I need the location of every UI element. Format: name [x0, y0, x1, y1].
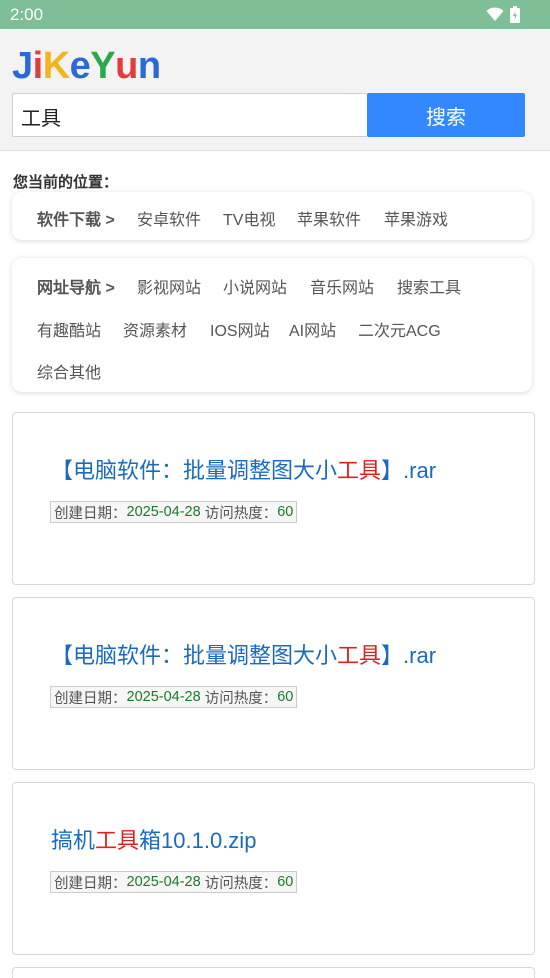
nav-link-other[interactable]: 综合其他 [37, 359, 101, 383]
nav-link-apple-games[interactable]: 苹果游戏 [384, 206, 448, 230]
logo-letter: u [115, 45, 138, 87]
nav-link-search-tools[interactable]: 搜索工具 [397, 274, 461, 298]
date-label: 创建日期： [54, 690, 127, 707]
date-label: 创建日期： [54, 505, 127, 522]
result-title-highlight: 工具 [337, 458, 382, 483]
location-label: 您当前的位置： [13, 174, 119, 191]
date-value: 2025-04-28 [126, 504, 201, 520]
heat-label: 访问热度： [204, 505, 278, 522]
software-nav-card: 软件下载 > 安卓软件 TV电视 苹果软件 苹果游戏 [12, 192, 532, 240]
nav-link-apple-software[interactable]: 苹果软件 [297, 206, 361, 230]
heat-value: 60 [277, 689, 294, 705]
date-value: 2025-04-28 [126, 874, 201, 890]
status-icons [486, 6, 520, 23]
nav-link-tv[interactable]: TV电视 [223, 206, 275, 230]
battery-icon [510, 6, 520, 23]
result-title-link[interactable]: 搞机工具箱10.1.0.zip [51, 823, 256, 855]
result-title-text: 【电脑软件：批量调整图大小 [51, 643, 338, 668]
date-label: 创建日期： [54, 875, 127, 892]
nav-link-ios[interactable]: IOS网站 [210, 317, 270, 341]
result-card[interactable]: 【电脑软件：批量调整图大小工具】.rar 创建日期： 2025-04-28 访问热… [12, 597, 535, 770]
heat-value: 60 [277, 874, 294, 890]
heat-label: 访问热度： [204, 875, 278, 892]
nav-link-ai[interactable]: AI网站 [289, 317, 336, 341]
nav-link-acg[interactable]: 二次元ACG [358, 317, 441, 341]
logo-letter: Y [90, 45, 116, 87]
nav-link-novel[interactable]: 小说网站 [223, 274, 287, 298]
result-title-link[interactable]: 【电脑软件：批量调整图大小工具】.rar [51, 638, 436, 670]
result-title-highlight: 工具 [337, 643, 382, 668]
logo-letter: n [137, 45, 161, 87]
result-title-link[interactable]: 【电脑软件：批量调整图大小工具】.rar [51, 453, 436, 485]
result-card[interactable]: 【电脑软件：批量调整图大小工具】.rar 创建日期： 2025-04-28 访问热… [12, 412, 535, 585]
logo-letter: i [32, 45, 44, 87]
nav-link-video[interactable]: 影视网站 [137, 274, 201, 298]
logo-letter: e [69, 45, 91, 87]
logo-letter: K [42, 45, 70, 87]
nav-link-android[interactable]: 安卓软件 [137, 206, 201, 230]
site-nav-card: 网址导航 > 影视网站 小说网站 音乐网站 搜索工具 有趣酷站 资源素材 IOS… [12, 258, 532, 392]
nav-link-music[interactable]: 音乐网站 [310, 274, 374, 298]
result-meta: 创建日期： 2025-04-28 访问热度： 60 [50, 686, 298, 708]
result-meta: 创建日期： 2025-04-28 访问热度： 60 [50, 501, 298, 523]
result-title-text: 搞机 [51, 828, 96, 853]
site-logo[interactable]: JiKeYun [12, 45, 161, 88]
heat-label: 访问热度： [204, 690, 278, 707]
result-meta: 创建日期： 2025-04-28 访问热度： 60 [50, 871, 298, 893]
result-card[interactable] [12, 967, 535, 978]
result-title-highlight: 工具 [95, 828, 140, 853]
date-value: 2025-04-28 [126, 689, 201, 705]
result-card[interactable]: 搞机工具箱10.1.0.zip 创建日期： 2025-04-28 访问热度： 60 [12, 782, 535, 955]
heat-value: 60 [277, 504, 294, 520]
result-title-text: 箱10.1.0.zip [139, 828, 257, 853]
result-title-text: 【电脑软件：批量调整图大小 [51, 458, 338, 483]
header: JiKeYun 工具 搜索 [0, 29, 550, 151]
nav-link-cool-sites[interactable]: 有趣酷站 [37, 317, 101, 341]
result-title-text: 】.rar [381, 458, 437, 483]
status-time: 2:00 [10, 5, 44, 24]
status-bar: 2:00 [0, 0, 550, 29]
search-input[interactable]: 工具 [12, 93, 368, 137]
search-button[interactable]: 搜索 [367, 93, 525, 137]
software-nav-heading[interactable]: 软件下载 > [37, 206, 115, 230]
site-nav-heading[interactable]: 网址导航 > [37, 274, 115, 298]
logo-letter: J [12, 45, 33, 87]
result-title-text: 】.rar [381, 643, 437, 668]
nav-link-resources[interactable]: 资源素材 [123, 317, 187, 341]
wifi-icon [486, 7, 504, 21]
